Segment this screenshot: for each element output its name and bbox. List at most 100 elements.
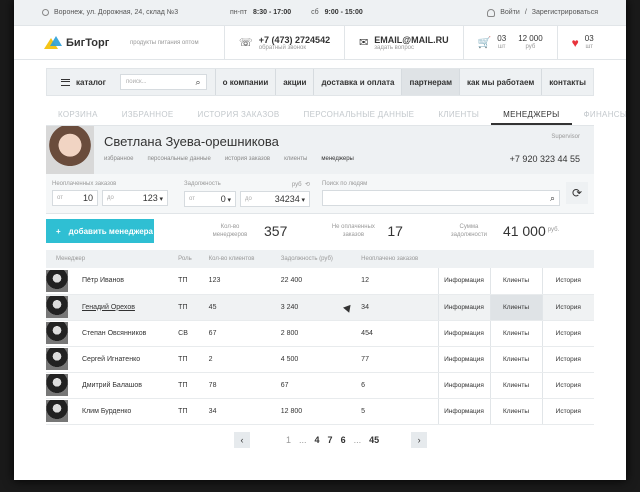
orders-from-input[interactable]: от 10 bbox=[52, 190, 98, 206]
info-button[interactable]: Информация bbox=[437, 268, 490, 295]
history-button[interactable]: История bbox=[541, 398, 594, 425]
refresh-icon[interactable]: ⟳ bbox=[566, 182, 588, 204]
manager-name[interactable]: Степан Овсянников bbox=[72, 320, 169, 347]
info-button[interactable]: Информация bbox=[437, 346, 490, 373]
catalog-button[interactable]: каталог bbox=[47, 78, 120, 87]
clients-button[interactable]: Клиенты bbox=[489, 372, 542, 399]
manager-role: ТП bbox=[168, 294, 199, 321]
address: Воронеж, ул. Дорожная, 24, склад №3 bbox=[42, 9, 212, 16]
clients-button[interactable]: Клиенты bbox=[489, 268, 542, 295]
profile-link-personal-data[interactable]: персональные данные bbox=[147, 156, 210, 162]
manager-unpaid: 77 bbox=[351, 346, 438, 373]
stats-bar: + добавить менеджера Кол-во менеджеров 3… bbox=[46, 214, 594, 248]
tab-finance[interactable]: ФИНАНСЫ bbox=[572, 110, 626, 125]
nav-item-about[interactable]: о компании bbox=[214, 69, 276, 95]
next-page-button[interactable]: › bbox=[411, 432, 428, 448]
table-row[interactable]: Сергей Игнатенко ТП 2 4 500 77 Информаци… bbox=[46, 346, 594, 373]
login-link[interactable]: Войти bbox=[500, 9, 520, 16]
people-search-input[interactable]: ⌕ bbox=[322, 190, 560, 206]
callback-block[interactable]: ☏ +7 (473) 2724542 обратный звонок bbox=[224, 26, 344, 59]
page-link[interactable]: 45 bbox=[369, 435, 379, 445]
cart-block[interactable]: 🛒 03 шт 12 000 руб bbox=[462, 26, 557, 59]
weekend-hours: 9:00 - 15:00 bbox=[324, 9, 363, 16]
stat-unpaid-label: Не оплаченных заказов bbox=[331, 224, 375, 238]
header-phone: +7 (473) 2724542 bbox=[258, 34, 331, 45]
manager-name-link[interactable]: Генадий Орехов bbox=[82, 304, 135, 311]
pagination: ‹ 1 ... 4 7 6 ... 45 › bbox=[234, 432, 428, 448]
history-button[interactable]: История bbox=[541, 268, 594, 295]
favorites-block[interactable]: ♥ 03 шт bbox=[556, 26, 608, 59]
info-button[interactable]: Информация bbox=[437, 398, 490, 425]
clients-button[interactable]: Клиенты bbox=[489, 398, 542, 425]
search-icon[interactable]: ⌕ bbox=[196, 77, 201, 88]
profile-link-clients[interactable]: клиенты bbox=[284, 156, 307, 162]
chevron-down-icon: ▾ bbox=[159, 196, 163, 203]
page-link[interactable]: 4 bbox=[315, 435, 320, 445]
manager-name[interactable]: Пётр Иванов bbox=[72, 268, 169, 295]
add-manager-label: добавить менеджера bbox=[68, 226, 153, 236]
search-placeholder: поиск... bbox=[126, 79, 147, 85]
nav-item-how-we-work[interactable]: как мы работаем bbox=[459, 69, 541, 95]
tab-managers[interactable]: МЕНЕДЖЕРЫ bbox=[491, 110, 572, 125]
tab-favorites[interactable]: ИЗБРАННОЕ bbox=[110, 110, 186, 125]
search-icon[interactable]: ⌕ bbox=[550, 193, 555, 204]
clients-button[interactable]: Клиенты bbox=[489, 294, 542, 321]
page-link[interactable]: 6 bbox=[341, 435, 346, 445]
orders-to-select[interactable]: до 123 ▾ bbox=[102, 190, 168, 206]
tab-clients[interactable]: КЛИЕНТЫ bbox=[426, 110, 491, 125]
nav-item-partners[interactable]: партнерам bbox=[401, 69, 459, 95]
nav-item-contacts[interactable]: контакты bbox=[541, 69, 593, 95]
manager-name[interactable]: Дмитрий Балашов bbox=[72, 372, 169, 399]
stat-managers-label: Кол-во менеджеров bbox=[212, 224, 248, 238]
history-button[interactable]: История bbox=[541, 320, 594, 347]
search-input[interactable]: поиск... ⌕ bbox=[120, 74, 207, 90]
nav-item-promos[interactable]: акции bbox=[275, 69, 313, 95]
tab-order-history[interactable]: ИСТОРИЯ ЗАКАЗОВ bbox=[186, 110, 292, 125]
manager-debt: 4 500 bbox=[270, 346, 352, 373]
chevron-right-icon: › bbox=[417, 435, 421, 445]
history-button[interactable]: История bbox=[541, 372, 594, 399]
register-link[interactable]: Зарегистрироваться bbox=[532, 9, 598, 16]
weekday-label: пн-пт bbox=[230, 9, 247, 16]
col-clients: Кол-во клиентов bbox=[198, 250, 271, 268]
debt-to-select[interactable]: до 34234 ▾ bbox=[240, 190, 310, 207]
profile-link-favorites[interactable]: избранное bbox=[104, 156, 133, 162]
table-row[interactable]: Генадий Орехов ТП 45 3 240 34 Информация… bbox=[46, 294, 594, 321]
info-button[interactable]: Информация bbox=[437, 372, 490, 399]
clients-button[interactable]: Клиенты bbox=[489, 320, 542, 347]
nav-item-delivery[interactable]: доставка и оплата bbox=[313, 69, 401, 95]
profile-link-order-history[interactable]: история заказов bbox=[225, 156, 270, 162]
reset-icon[interactable]: ⟲ bbox=[305, 182, 310, 188]
history-button[interactable]: История bbox=[541, 346, 594, 373]
manager-name[interactable]: Сергей Игнатенко bbox=[72, 346, 169, 373]
history-button[interactable]: История bbox=[541, 294, 594, 321]
page-link[interactable]: 1 bbox=[286, 435, 291, 445]
profile-link-managers[interactable]: менеджеры bbox=[321, 156, 353, 162]
info-button[interactable]: Информация bbox=[437, 294, 490, 321]
add-manager-button[interactable]: + добавить менеджера bbox=[46, 219, 154, 243]
manager-name[interactable]: Генадий Орехов bbox=[72, 294, 169, 321]
logo[interactable]: БигТорг bbox=[44, 35, 124, 50]
info-button[interactable]: Информация bbox=[437, 320, 490, 347]
table-row[interactable]: Пётр Иванов ТП 123 22 400 12 Информация … bbox=[46, 268, 594, 295]
favorites-count: 03 bbox=[584, 33, 594, 43]
profile-name: Светлана Зуева-орешникова bbox=[104, 134, 279, 149]
stat-debt-label: Сумма задолжности bbox=[450, 224, 487, 238]
manager-unpaid: 6 bbox=[351, 372, 438, 399]
menu-icon bbox=[61, 78, 70, 86]
debt-from-input[interactable]: от 0 ▾ bbox=[184, 190, 236, 207]
tab-personal-data[interactable]: ПЕРСОНАЛЬНЫЕ ДАННЫЕ bbox=[292, 110, 427, 125]
table-row[interactable]: Дмитрий Балашов ТП 78 67 6 Информация Кл… bbox=[46, 372, 594, 399]
manager-clients: 67 bbox=[198, 320, 271, 347]
manager-name[interactable]: Клим Бурденко bbox=[72, 398, 169, 425]
prev-page-button[interactable]: ‹ bbox=[234, 432, 250, 448]
tab-cart[interactable]: КОРЗИНА bbox=[46, 110, 110, 125]
email-block[interactable]: ✉ EMAIL@MAIL.RU задать вопрос bbox=[344, 26, 463, 59]
callback-link[interactable]: обратный звонок bbox=[259, 45, 330, 51]
avatar bbox=[46, 322, 68, 344]
ask-question-link[interactable]: задать вопрос bbox=[374, 45, 448, 51]
table-row[interactable]: Степан Овсянников СВ 67 2 800 454 Информ… bbox=[46, 320, 594, 347]
clients-button[interactable]: Клиенты bbox=[489, 346, 542, 373]
table-row[interactable]: Клим Бурденко ТП 34 12 800 5 Информация … bbox=[46, 398, 594, 425]
page-link[interactable]: 7 bbox=[328, 435, 333, 445]
